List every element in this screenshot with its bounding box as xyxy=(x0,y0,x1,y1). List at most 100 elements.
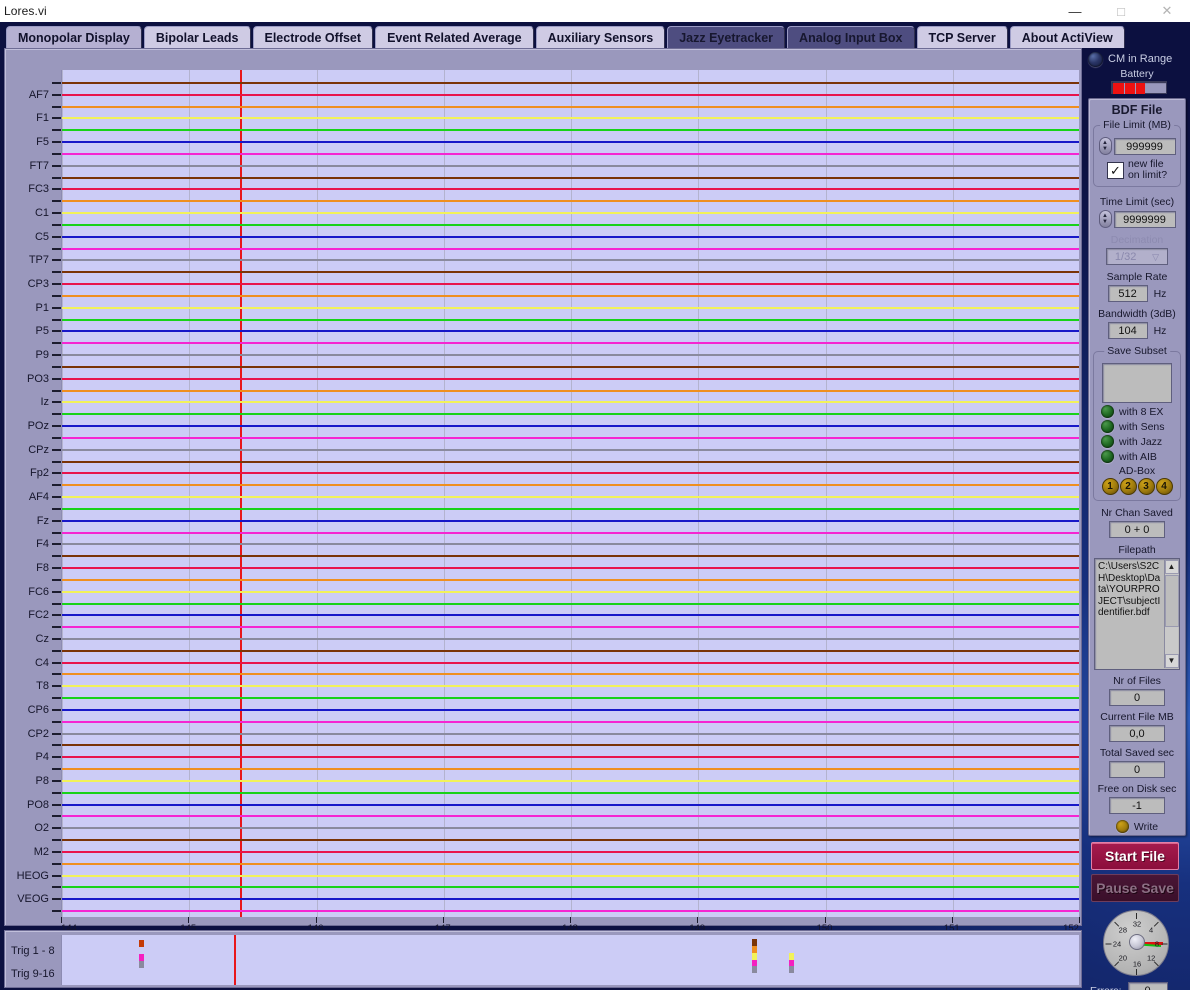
scroll-up-icon[interactable]: ▲ xyxy=(1164,560,1179,574)
channel-tick xyxy=(52,531,61,534)
eeg-plot-area[interactable] xyxy=(61,70,1079,917)
gauge-tick xyxy=(1161,943,1168,945)
eeg-trace xyxy=(62,803,1079,806)
eeg-trace xyxy=(62,673,1079,676)
adbox-button-3[interactable]: 3 xyxy=(1137,478,1155,495)
channel-tick xyxy=(52,401,61,404)
channel-label-iz: Iz xyxy=(40,396,49,409)
channel-tick xyxy=(52,223,61,226)
channel-label-f1: F1 xyxy=(36,112,49,125)
eeg-trace xyxy=(62,637,1079,640)
channel-label-c1: C1 xyxy=(34,207,49,220)
eeg-trace xyxy=(62,531,1079,534)
save-subset-input[interactable] xyxy=(1102,363,1172,403)
channel-label-veog: VEOG xyxy=(17,893,49,906)
close-icon[interactable]: ✕ xyxy=(1144,0,1190,22)
channel-axis: AF7 F1 F5 FT7 FC3 C1 C5 TP7 CP3 P1 P5 P9 PO3 Iz POz CPz… xyxy=(5,70,61,917)
filepath-scrollbar[interactable]: ▲ ▼ xyxy=(1164,560,1179,668)
channel-tick xyxy=(52,850,61,853)
time-limit-spinner[interactable]: ▲ ▼ xyxy=(1098,210,1112,228)
channel-label-cpz: CPz xyxy=(28,443,49,456)
minimize-icon[interactable]: — xyxy=(1052,0,1098,22)
tab-tcp-server[interactable]: TCP Server xyxy=(916,26,1008,48)
tab-monopolar-display[interactable]: Monopolar Display xyxy=(6,26,142,48)
tab-electrode-offset[interactable]: Electrode Offset xyxy=(252,26,374,48)
channel-tick xyxy=(52,732,61,735)
new-file-on-limit-checkbox[interactable]: ✓ xyxy=(1106,161,1124,179)
eeg-trace xyxy=(62,543,1079,546)
maximize-icon[interactable]: □ xyxy=(1098,0,1144,22)
channel-tick xyxy=(52,484,61,487)
total-saved-sec-value: 0 xyxy=(1109,761,1165,778)
tab-event-related-average[interactable]: Event Related Average xyxy=(375,26,534,48)
scroll-down-icon[interactable]: ▼ xyxy=(1164,654,1179,668)
file-limit-spinner[interactable]: ▲ ▼ xyxy=(1098,137,1112,155)
start-file-button[interactable]: Start File xyxy=(1091,842,1179,870)
channel-tick xyxy=(52,862,61,865)
time-limit-input[interactable]: 9999999 xyxy=(1113,210,1176,228)
trigger-plot-area[interactable] xyxy=(61,935,1079,985)
channel-tick xyxy=(52,425,61,428)
application-window: Lores.vi — □ ✕ Monopolar Display Bipolar … xyxy=(0,0,1190,990)
eeg-trace xyxy=(62,82,1079,84)
eeg-trace xyxy=(62,519,1079,522)
channel-tick xyxy=(52,105,61,108)
status-led-icon xyxy=(1101,420,1114,433)
eeg-trace xyxy=(62,472,1079,475)
gauge-tick-label: 28 xyxy=(1118,925,1128,935)
channel-tick xyxy=(52,436,61,439)
channel-label-poz: POz xyxy=(27,420,49,433)
save-subset-group: Save Subset with 8 EX with Sens with Jazz w… xyxy=(1093,345,1181,501)
channel-tick xyxy=(52,271,61,274)
sample-rate-label: Sample Rate xyxy=(1106,271,1168,283)
channel-tick xyxy=(52,141,61,144)
scrollbar-thumb[interactable] xyxy=(1165,575,1179,627)
channel-label-cp2: CP2 xyxy=(27,727,49,740)
gauge-hub xyxy=(1129,934,1145,950)
eeg-trace xyxy=(62,377,1079,380)
new-file-on-limit-label-line2: on limit? xyxy=(1127,169,1168,181)
channel-tick xyxy=(52,354,61,357)
plot-gridline xyxy=(571,70,572,917)
pause-save-button[interactable]: Pause Save xyxy=(1091,874,1179,902)
adbox-button-1[interactable]: 1 xyxy=(1101,478,1119,495)
decimation-dropdown[interactable]: 1/32 ▽ xyxy=(1106,248,1168,265)
led-label: with 8 EX xyxy=(1119,405,1164,418)
filepath-label: Filepath xyxy=(1118,544,1156,556)
eeg-trace xyxy=(62,235,1079,238)
main-background: Monopolar Display Bipolar Leads Electrode … xyxy=(0,22,1190,990)
tab-analog-input-box[interactable]: Analog Input Box xyxy=(787,26,915,48)
file-limit-input[interactable]: 999999 xyxy=(1113,137,1176,155)
filepath-value: C:\Users\S2CH\Desktop\Data\YOURPROJECT\s… xyxy=(1098,561,1161,619)
tab-jazz-eyetracker[interactable]: Jazz Eyetracker xyxy=(667,26,786,48)
plot-gridline xyxy=(825,70,827,917)
led-row[interactable]: with Jazz xyxy=(1101,435,1177,448)
channel-tick xyxy=(52,744,61,747)
eeg-trace xyxy=(62,93,1079,96)
adbox-button-4[interactable]: 4 xyxy=(1155,478,1173,495)
channel-tick xyxy=(52,283,61,286)
channel-tick xyxy=(52,200,61,203)
right-sidebar: CM in Range Battery BDF File File Limit … xyxy=(1086,48,1188,990)
channel-tick xyxy=(52,294,61,297)
channel-tick xyxy=(52,188,61,191)
channel-tick xyxy=(52,164,61,167)
save-subset-led-list: with 8 EX with Sens with Jazz with AIB xyxy=(1097,405,1177,463)
led-row[interactable]: with 8 EX xyxy=(1101,405,1177,418)
adbox-button-2[interactable]: 2 xyxy=(1119,478,1137,495)
bandwidth-unit: Hz xyxy=(1153,324,1167,337)
led-row[interactable]: with Sens xyxy=(1101,420,1177,433)
plot-gridline xyxy=(62,70,63,917)
time-tick xyxy=(1079,917,1080,923)
filepath-input[interactable]: C:\Users\S2CH\Desktop\Data\YOURPROJECT\s… xyxy=(1094,558,1180,670)
led-row[interactable]: with AIB xyxy=(1101,450,1177,463)
channel-tick xyxy=(52,448,61,451)
tab-auxiliary-sensors[interactable]: Auxiliary Sensors xyxy=(535,26,666,48)
tab-about-actiview[interactable]: About ActiView xyxy=(1009,26,1125,48)
led-label: with Sens xyxy=(1119,420,1165,433)
tab-bipolar-leads[interactable]: Bipolar Leads xyxy=(143,26,251,48)
new-file-on-limit-row[interactable]: ✓ new file on limit? xyxy=(1097,159,1177,181)
nr-chan-saved-label: Nr Chan Saved xyxy=(1101,507,1173,519)
channel-tick xyxy=(52,708,61,711)
cursor-line[interactable] xyxy=(240,70,243,917)
